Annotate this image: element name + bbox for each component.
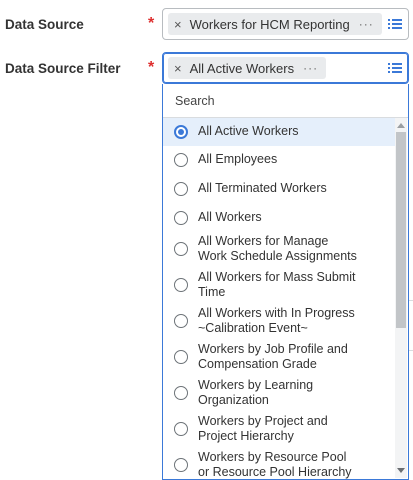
option-item[interactable]: All Workers for Manage Work Schedule Ass…	[163, 233, 395, 269]
option-label: All Workers	[198, 210, 262, 224]
radio-icon[interactable]	[174, 422, 188, 436]
option-item[interactable]: All Terminated Workers	[163, 175, 395, 204]
scrollbar-thumb[interactable]	[396, 132, 406, 328]
background-divider	[409, 300, 413, 301]
data-source-label: Data Source	[5, 17, 84, 32]
dropdown-scrollbar[interactable]	[395, 118, 407, 478]
data-source-required-mark: *	[148, 15, 155, 32]
list-icon[interactable]	[387, 60, 403, 76]
scroll-down-arrow-icon[interactable]	[397, 468, 405, 473]
radio-icon[interactable]	[174, 386, 188, 400]
option-label: All Employees	[198, 152, 278, 166]
option-item[interactable]: All Workers for Mass Submit Time	[163, 269, 395, 305]
data-source-value: Workers for HCM Reporting	[189, 16, 350, 32]
close-icon[interactable]: ×	[174, 61, 182, 76]
data-source-filter-label: Data Source Filter	[5, 61, 121, 76]
option-label: All Workers for Mass Submit Time	[198, 270, 356, 299]
data-source-prompt[interactable]: × Workers for HCM Reporting ···	[162, 8, 409, 40]
radio-icon[interactable]	[174, 314, 188, 328]
data-source-filter-prompt[interactable]: × All Active Workers ···	[162, 52, 409, 84]
radio-icon[interactable]	[174, 182, 188, 196]
data-source-filter-value: All Active Workers	[189, 60, 295, 76]
radio-selected-icon[interactable]	[174, 125, 188, 139]
data-source-filter-selected-pill[interactable]: × All Active Workers ···	[168, 57, 327, 79]
more-icon[interactable]: ···	[303, 61, 318, 75]
data-source-filter-dropdown[interactable]: Search All Active Workers All Employees …	[162, 84, 409, 480]
radio-icon[interactable]	[174, 278, 188, 292]
background-divider	[409, 350, 413, 351]
option-item[interactable]: All Employees	[163, 146, 395, 175]
data-source-selected-pill[interactable]: × Workers for HCM Reporting ···	[168, 13, 382, 35]
radio-icon[interactable]	[174, 458, 188, 472]
option-label: Workers by Resource Pool or Resource Poo…	[198, 450, 352, 479]
option-label: Workers by Learning Organization	[198, 378, 314, 407]
page: Data Source * × Workers for HCM Reportin…	[0, 0, 413, 480]
option-label: All Active Workers	[198, 124, 299, 138]
list-icon[interactable]	[387, 16, 403, 32]
radio-icon[interactable]	[174, 153, 188, 167]
option-item[interactable]: All Workers with In Progress ~Calibratio…	[163, 305, 395, 341]
option-label: Workers by Project and Project Hierarchy	[198, 414, 328, 443]
option-list: All Active Workers All Employees All Ter…	[163, 118, 395, 479]
radio-icon[interactable]	[174, 242, 188, 256]
radio-icon[interactable]	[174, 211, 188, 225]
option-item[interactable]: Workers by Learning Organization	[163, 377, 395, 413]
option-item[interactable]: Workers by Resource Pool or Resource Poo…	[163, 449, 395, 479]
close-icon[interactable]: ×	[174, 17, 182, 32]
data-source-filter-required-mark: *	[148, 59, 155, 76]
option-label: All Workers with In Progress ~Calibratio…	[198, 306, 355, 335]
more-icon[interactable]: ···	[359, 17, 374, 31]
option-item[interactable]: Workers by Project and Project Hierarchy	[163, 413, 395, 449]
scroll-up-arrow-icon[interactable]	[397, 123, 405, 128]
option-label: Workers by Job Profile and Compensation …	[198, 342, 348, 371]
option-item[interactable]: All Active Workers	[163, 118, 395, 146]
option-item[interactable]: All Workers	[163, 204, 395, 233]
radio-icon[interactable]	[174, 350, 188, 364]
dropdown-search[interactable]: Search	[175, 94, 215, 108]
option-item[interactable]: Workers by Job Profile and Compensation …	[163, 341, 395, 377]
option-label: All Terminated Workers	[198, 181, 327, 195]
option-label: All Workers for Manage Work Schedule Ass…	[198, 234, 357, 263]
